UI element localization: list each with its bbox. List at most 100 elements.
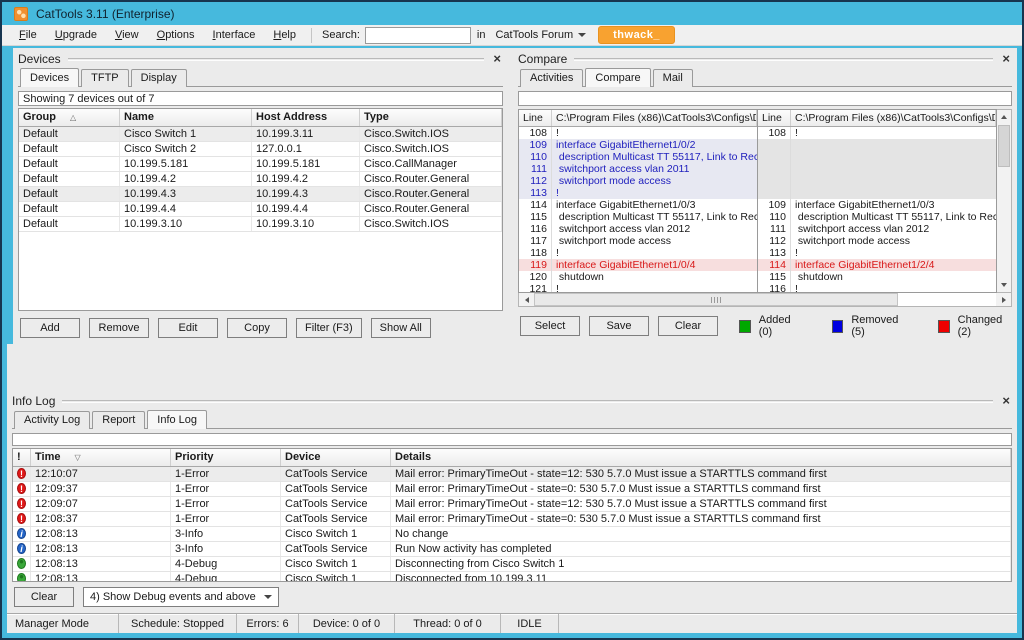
vertical-scrollbar[interactable] xyxy=(997,109,1012,293)
diff-line[interactable] xyxy=(758,139,996,151)
tab-activity-log[interactable]: Activity Log xyxy=(14,411,90,429)
table-row[interactable]: 12:08:13 4-Debug Cisco Switch 1 Disconne… xyxy=(13,557,1011,572)
diff-line[interactable]: 109 interface GigabitEthernet1/0/3 xyxy=(758,199,996,211)
diff-line[interactable]: 116 ! xyxy=(758,283,996,292)
horizontal-scrollbar[interactable] xyxy=(518,293,1012,307)
col-severity[interactable]: ! xyxy=(13,449,31,466)
col-priority[interactable]: Priority xyxy=(171,449,281,466)
table-row[interactable]: Default Cisco Switch 2 127.0.0.1 Cisco.S… xyxy=(19,142,502,157)
diff-line[interactable]: 118 ! xyxy=(519,247,757,259)
diff-line[interactable]: 110 description Multicast TT 55117, Link… xyxy=(758,211,996,223)
infolog-rows: 12:10:07 1-Error CatTools Service Mail e… xyxy=(13,467,1011,581)
close-icon[interactable]: × xyxy=(1000,394,1012,407)
close-icon[interactable]: × xyxy=(491,52,503,65)
clear-button[interactable]: Clear xyxy=(658,316,718,336)
diff-line[interactable] xyxy=(758,163,996,175)
menu-help[interactable]: Help xyxy=(264,27,305,43)
device-action-button[interactable]: Add xyxy=(20,318,80,338)
diff-line[interactable] xyxy=(758,187,996,199)
tab-info-log[interactable]: Info Log xyxy=(147,410,207,429)
diff-line[interactable]: 121 ! xyxy=(519,283,757,292)
table-row[interactable]: Default 10.199.4.2 10.199.4.2 Cisco.Rout… xyxy=(19,172,502,187)
diff-line[interactable]: 120 shutdown xyxy=(519,271,757,283)
tab-tftp[interactable]: TFTP xyxy=(81,69,129,87)
diff-line[interactable]: 111 switchport access vlan 2012 xyxy=(758,223,996,235)
tab-mail[interactable]: Mail xyxy=(653,69,693,87)
col-type[interactable]: Type xyxy=(360,109,502,126)
table-row[interactable]: 12:09:37 1-Error CatTools Service Mail e… xyxy=(13,482,1011,497)
diff-line[interactable]: 113 ! xyxy=(758,247,996,259)
col-name[interactable]: Name xyxy=(120,109,252,126)
table-row[interactable]: 12:09:07 1-Error CatTools Service Mail e… xyxy=(13,497,1011,512)
menu-interface[interactable]: Interface xyxy=(204,27,265,43)
diff-line[interactable] xyxy=(758,151,996,163)
device-action-button[interactable]: Edit xyxy=(158,318,218,338)
scroll-right-icon[interactable] xyxy=(996,293,1011,306)
scrollbar-thumb[interactable] xyxy=(534,293,898,306)
col-group[interactable]: Group△ xyxy=(19,109,120,126)
col-details[interactable]: Details xyxy=(391,449,1011,466)
sort-asc-icon: △ xyxy=(70,113,76,122)
diff-line[interactable]: 113 ! xyxy=(519,187,757,199)
menu-upgrade[interactable]: Upgrade xyxy=(46,27,106,43)
diff-line[interactable]: 115 shutdown xyxy=(758,271,996,283)
col-device[interactable]: Device xyxy=(281,449,391,466)
diff-line[interactable]: 116 switchport access vlan 2012 xyxy=(519,223,757,235)
diff-line[interactable]: 112 switchport mode access xyxy=(758,235,996,247)
diff-line[interactable]: 114 interface GigabitEthernet1/2/4 xyxy=(758,259,996,271)
log-level-dropdown[interactable]: 4) Show Debug events and above xyxy=(83,587,279,607)
col-config-path[interactable]: C:\Program Files (x86)\CatTools3\Configs… xyxy=(552,110,757,126)
diff-line[interactable]: 109 interface GigabitEthernet1/0/2 xyxy=(519,139,757,151)
clear-log-button[interactable]: Clear xyxy=(14,587,74,607)
menu-file[interactable]: File xyxy=(10,27,46,43)
diff-line[interactable]: 112 switchport mode access xyxy=(519,175,757,187)
close-icon[interactable]: × xyxy=(1000,52,1012,65)
device-action-button[interactable]: Filter (F3) xyxy=(296,318,362,338)
table-row[interactable]: Default 10.199.4.4 10.199.4.4 Cisco.Rout… xyxy=(19,202,502,217)
scrollbar-thumb[interactable] xyxy=(998,125,1010,167)
diff-line[interactable] xyxy=(758,175,996,187)
menu-options[interactable]: Options xyxy=(148,27,204,43)
select-button[interactable]: Select xyxy=(520,316,580,336)
diff-line[interactable]: 114 interface GigabitEthernet1/0/3 xyxy=(519,199,757,211)
device-action-button[interactable]: Remove xyxy=(89,318,149,338)
diff-line-text: interface GigabitEthernet1/0/3 xyxy=(552,199,757,211)
scroll-down-icon[interactable] xyxy=(997,278,1011,292)
device-action-button[interactable]: Show All xyxy=(371,318,431,338)
tab-activities[interactable]: Activities xyxy=(520,69,583,87)
diff-line[interactable]: 110 description Multicast TT 55117, Link… xyxy=(519,151,757,163)
search-scope-dropdown[interactable]: CatTools Forum xyxy=(491,27,590,43)
infolog-table-header: ! Time▽ Priority Device Details xyxy=(13,449,1011,467)
col-config-path[interactable]: C:\Program Files (x86)\CatTools3\Configs… xyxy=(791,110,996,126)
table-row[interactable]: 12:10:07 1-Error CatTools Service Mail e… xyxy=(13,467,1011,482)
col-host[interactable]: Host Address xyxy=(252,109,360,126)
table-row[interactable]: 12:08:37 1-Error CatTools Service Mail e… xyxy=(13,512,1011,527)
device-action-button[interactable]: Copy xyxy=(227,318,287,338)
col-line[interactable]: Line xyxy=(519,110,552,126)
table-row[interactable]: 12:08:13 4-Debug Cisco Switch 1 Disconne… xyxy=(13,572,1011,581)
table-row[interactable]: Default 10.199.5.181 10.199.5.181 Cisco.… xyxy=(19,157,502,172)
tab-devices[interactable]: Devices xyxy=(20,68,79,87)
table-row[interactable]: Default 10.199.3.10 10.199.3.10 Cisco.Sw… xyxy=(19,217,502,232)
menu-view[interactable]: View xyxy=(106,27,148,43)
col-time[interactable]: Time▽ xyxy=(31,449,171,466)
save-button[interactable]: Save xyxy=(589,316,649,336)
diff-line[interactable]: 115 description Multicast TT 55117, Link… xyxy=(519,211,757,223)
table-row[interactable]: 12:08:13 3-Info CatTools Service Run Now… xyxy=(13,542,1011,557)
diff-line[interactable]: 117 switchport mode access xyxy=(519,235,757,247)
table-row[interactable]: Default Cisco Switch 1 10.199.3.11 Cisco… xyxy=(19,127,502,142)
tab-display[interactable]: Display xyxy=(131,69,187,87)
diff-line[interactable]: 108 ! xyxy=(758,127,996,139)
thwack-button[interactable]: thwack_ xyxy=(598,26,675,44)
search-input[interactable] xyxy=(365,27,471,44)
diff-line[interactable]: 111 switchport access vlan 2011 xyxy=(519,163,757,175)
table-row[interactable]: 12:08:13 3-Info Cisco Switch 1 No change xyxy=(13,527,1011,542)
diff-line[interactable]: 108 ! xyxy=(519,127,757,139)
scroll-left-icon[interactable] xyxy=(519,293,534,306)
tab-compare[interactable]: Compare xyxy=(585,68,650,87)
scroll-up-icon[interactable] xyxy=(997,110,1011,124)
tab-report[interactable]: Report xyxy=(92,411,145,429)
table-row[interactable]: Default 10.199.4.3 10.199.4.3 Cisco.Rout… xyxy=(19,187,502,202)
col-line[interactable]: Line xyxy=(758,110,791,126)
diff-line[interactable]: 119 interface GigabitEthernet1/0/4 xyxy=(519,259,757,271)
